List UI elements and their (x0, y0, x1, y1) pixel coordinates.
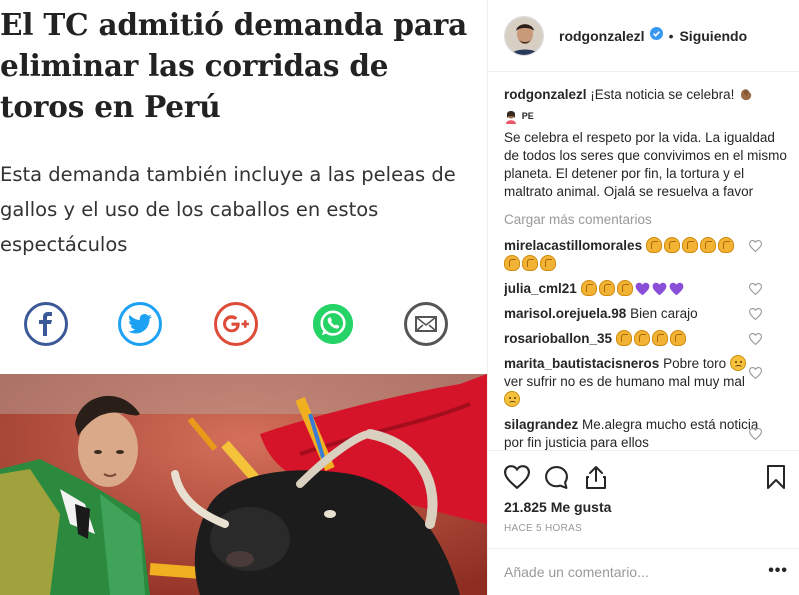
caption-body: Se celebra el respeto por la vida. La ig… (504, 130, 787, 199)
post-timestamp: HACE 5 HORAS (504, 523, 583, 534)
sad-face-icon (504, 391, 520, 407)
google-plus-icon (214, 302, 258, 346)
email-icon (404, 302, 448, 346)
comment-username[interactable]: julia_cml21 (504, 281, 577, 296)
like-comment-heart-icon[interactable] (749, 333, 762, 345)
clapping-hands-icon (681, 237, 698, 253)
clapping-hands-icon (615, 330, 632, 346)
caption-username[interactable]: rodgonzalezl (504, 87, 587, 102)
comment-text: Pobre toro (663, 356, 727, 371)
like-comment-heart-icon[interactable] (749, 283, 762, 295)
like-comment-heart-icon[interactable] (749, 428, 762, 440)
likes-count[interactable]: 21.825 Me gusta (504, 499, 611, 515)
comment-username[interactable]: silagrandez (504, 417, 578, 432)
comment-item: julia_cml21 (504, 280, 792, 298)
action-icons-row (504, 465, 786, 490)
clapping-hands-icon (699, 237, 716, 253)
comment-item: mirelacastillomorales (504, 237, 792, 273)
add-comment-bar: ••• (488, 548, 799, 595)
comment-item: silagrandez Me.alegra mucho está noticia… (504, 416, 792, 450)
woman-gesturing-icon (504, 110, 518, 129)
clapping-hands-icon (522, 255, 538, 271)
comment-username[interactable]: mirelacastillomorales (504, 238, 642, 253)
comment-text: ver sufrir no es de humano mal muy mal (504, 374, 745, 389)
clapping-hands-icon (580, 280, 597, 296)
following-button[interactable]: Siguiendo (679, 28, 747, 44)
bookmark-icon[interactable] (766, 465, 786, 489)
comment-item: rosarioballon_35 (504, 330, 792, 348)
clapping-hands-icon (717, 237, 734, 253)
comment-item: marita_bautistacisneros Pobre toro ver s… (504, 355, 792, 409)
verified-badge-icon (649, 26, 663, 45)
comment-username[interactable]: marisol.orejuela.98 (504, 306, 626, 321)
purple-heart-icon (652, 282, 666, 296)
article-headline: El TC admitió demanda para eliminar las … (0, 7, 467, 124)
post-actions: 21.825 Me gusta HACE 5 HORAS (488, 450, 799, 562)
clapping-hands-icon (645, 237, 662, 253)
comment-username[interactable]: rosarioballon_35 (504, 331, 612, 346)
add-comment-input[interactable] (504, 564, 744, 580)
clapping-hands-icon (633, 330, 650, 346)
post-header: rodgonzalezl • Siguiendo (488, 0, 799, 72)
clapping-hands-icon (598, 280, 615, 296)
purple-heart-icon (635, 282, 649, 296)
share-icons-row (0, 301, 487, 348)
more-options-icon[interactable]: ••• (768, 562, 788, 580)
article-subhead: Esta demanda también incluye a las pelea… (0, 163, 456, 256)
clapping-hands-icon (669, 330, 686, 346)
clapping-hands-icon (504, 255, 520, 271)
caption-first-line: ¡Esta noticia se celebra! (590, 87, 735, 102)
comment-item: marisol.orejuela.98 Bien carajo (504, 305, 792, 323)
like-heart-icon[interactable] (504, 465, 530, 489)
caption: rodgonzalezl ¡Esta noticia se celebra! P… (504, 86, 792, 201)
like-comment-heart-icon[interactable] (749, 240, 762, 252)
comment-text: Bien carajo (630, 306, 698, 321)
clapping-hands-dark-icon (738, 86, 754, 107)
clapping-hands-icon (616, 280, 633, 296)
post-image[interactable]: El TC admitió demanda para eliminar las … (0, 0, 487, 595)
purple-heart-icon (669, 282, 683, 296)
comment-username[interactable]: marita_bautistacisneros (504, 356, 659, 371)
separator-dot: • (668, 27, 674, 44)
clapping-hands-icon (540, 255, 556, 271)
comment-bubble-icon[interactable] (544, 465, 569, 490)
share-icon[interactable] (584, 465, 608, 490)
post-sidebar: rodgonzalezl • Siguiendo rodgonzalezl ¡E… (487, 0, 799, 595)
header-username[interactable]: rodgonzalezl (559, 28, 645, 44)
facebook-icon (24, 302, 68, 346)
like-comment-heart-icon[interactable] (749, 367, 762, 379)
sad-face-icon (729, 355, 746, 371)
twitter-icon (118, 302, 162, 346)
clapping-hands-icon (663, 237, 680, 253)
comments-list: rodgonzalezl ¡Esta noticia se celebra! P… (504, 86, 792, 450)
whatsapp-icon (310, 301, 356, 347)
pe-flag-label: PE (521, 111, 534, 121)
clapping-hands-icon (651, 330, 668, 346)
bullfight-photo (0, 374, 487, 595)
avatar[interactable] (504, 15, 544, 56)
like-comment-heart-icon[interactable] (749, 308, 762, 320)
load-more-comments-link[interactable]: Cargar más comentarios (504, 211, 792, 229)
